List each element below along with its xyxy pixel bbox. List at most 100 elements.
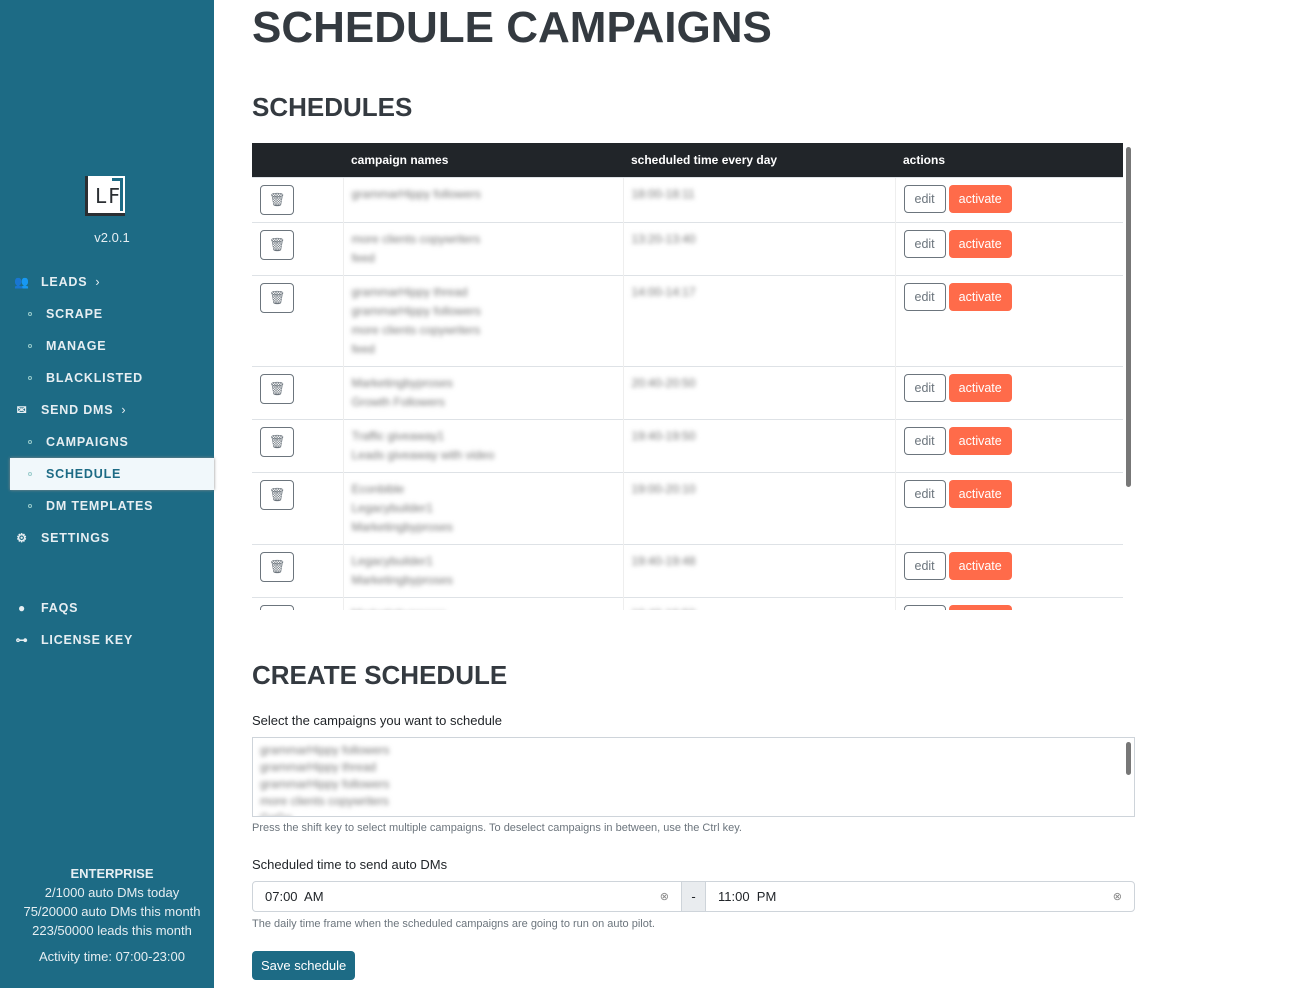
- chevron-right-icon[interactable]: ›: [95, 275, 100, 289]
- delete-button[interactable]: 🗑: [260, 282, 294, 313]
- scheduled-time: 16:40-16:50: [632, 605, 887, 611]
- end-time-input[interactable]: 11:00 PM ⊗: [706, 882, 1134, 911]
- sidebar-item-label: LEADS: [41, 275, 88, 289]
- campaign-option[interactable]: grammarHippy followers: [260, 776, 1127, 793]
- plan-name: ENTERPRISE: [70, 866, 154, 881]
- table-row: 🗑 Traffic giveaway1 Leads giveaway with v…: [252, 418, 1123, 472]
- campaign-name: Marketingbyproses: [351, 375, 453, 390]
- campaign-option[interactable]: GoGo: [260, 810, 1127, 816]
- sidebar-nav: 👥 LEADS › SCRAPE MANAGE BLACKLISTED ✉ SEND DMS ›…: [0, 266, 214, 656]
- campaign-name: more clients copywriters: [351, 322, 481, 337]
- sidebar-item-label: FAQS: [41, 601, 79, 615]
- activate-button[interactable]: activate: [948, 373, 1012, 402]
- trash-icon: 🗑: [268, 289, 286, 305]
- table-row: 🗑 grammarHippy followers 18:00-18:11 edi…: [252, 176, 1123, 222]
- bullet-icon: [28, 440, 32, 444]
- sidebar-item-blacklisted[interactable]: BLACKLISTED: [0, 362, 214, 394]
- campaign-name: more clients copywriters: [351, 231, 481, 246]
- campaign-name: feed: [351, 341, 375, 356]
- sidebar-item-manage[interactable]: MANAGE: [0, 330, 214, 362]
- time-help: The daily time frame when the scheduled …: [252, 918, 655, 930]
- clear-icon[interactable]: ⊗: [660, 890, 669, 903]
- sidebar-item-license-key[interactable]: ⊶ LICENSE KEY: [0, 624, 214, 656]
- activate-button[interactable]: activate: [948, 229, 1012, 258]
- campaign-name: Marketinbyproses: [352, 605, 615, 611]
- edit-button[interactable]: edit: [903, 229, 946, 258]
- edit-button[interactable]: edit: [903, 604, 946, 610]
- bullet-icon: [28, 344, 32, 348]
- edit-button[interactable]: edit: [903, 479, 946, 508]
- save-schedule-button[interactable]: Save schedule: [252, 951, 356, 980]
- edit-button[interactable]: edit: [903, 184, 946, 213]
- campaign-multiselect[interactable]: grammarHippy followers grammarHippy threa…: [252, 737, 1135, 817]
- sidebar-item-scrape[interactable]: SCRAPE: [0, 298, 214, 330]
- scheduled-time: 20:40-20:50: [631, 375, 696, 390]
- sidebar-item-leads[interactable]: 👥 LEADS ›: [0, 266, 214, 298]
- delete-button[interactable]: 🗑: [260, 479, 294, 510]
- delete-button[interactable]: 🗑: [260, 426, 294, 457]
- campaign-name: Growth Followers: [351, 394, 445, 409]
- campaign-name: Legacybuilder1: [351, 553, 433, 568]
- campaign-name: Econbible: [351, 481, 405, 496]
- sidebar-item-settings[interactable]: ⚙ SETTINGS: [0, 522, 214, 554]
- activate-button[interactable]: activate: [948, 479, 1012, 508]
- campaign-name: Traffic giveaway1: [351, 428, 445, 443]
- campaign-name: grammarHippy followers: [351, 303, 481, 318]
- table-scrollbar[interactable]: [1126, 147, 1131, 487]
- sidebar-item-schedule[interactable]: SCHEDULE: [10, 458, 214, 490]
- col-header: actions: [895, 143, 1123, 177]
- table-row: 🗑 more clients copywriters feed 13:20-13:…: [252, 221, 1123, 275]
- select-help: Press the shift key to select multiple c…: [252, 822, 742, 834]
- sidebar-item-label: SCRAPE: [46, 307, 103, 321]
- table-row: 🗑 grammarHippy thread grammarHippy follow…: [252, 274, 1123, 366]
- col-header: scheduled time every day: [623, 143, 895, 177]
- activate-button[interactable]: activate: [948, 426, 1012, 455]
- activity-time: Activity time: 07:00-23:00: [39, 949, 185, 964]
- sidebar-item-label: DM TEMPLATES: [46, 499, 154, 513]
- table-row: 🗑 Marketingbyproses Growth Followers 20:4…: [252, 365, 1123, 419]
- chevron-right-icon[interactable]: ›: [121, 403, 126, 417]
- trash-icon: 🗑: [268, 191, 286, 207]
- campaign-option[interactable]: grammarHippy thread: [260, 759, 1127, 776]
- sidebar-item-faqs[interactable]: ● FAQS: [0, 592, 214, 624]
- key-icon: ⊶: [15, 633, 29, 647]
- edit-button[interactable]: edit: [903, 426, 946, 455]
- activate-button[interactable]: activate: [948, 282, 1012, 311]
- delete-button[interactable]: 🗑: [260, 229, 294, 260]
- edit-button[interactable]: edit: [903, 282, 946, 311]
- gear-icon: ⚙: [16, 531, 28, 545]
- schedules-table-container[interactable]: campaign names scheduled time every day …: [252, 143, 1135, 610]
- delete-button[interactable]: 🗑: [260, 551, 294, 582]
- scheduled-time: 13:20-13:40: [631, 231, 696, 246]
- sidebar-item-dm-templates[interactable]: DM TEMPLATES: [0, 490, 214, 522]
- activate-button[interactable]: activate: [948, 604, 1012, 610]
- campaign-option[interactable]: more clients copywriters: [260, 793, 1127, 810]
- version: v2.0.1: [94, 230, 130, 245]
- trash-icon: 🗑: [268, 380, 286, 396]
- delete-button[interactable]: 🗑: [260, 604, 294, 610]
- campaign-option[interactable]: grammarHippy followers: [260, 742, 1127, 759]
- start-time-input[interactable]: 07:00 AM ⊗: [253, 882, 681, 911]
- sidebar-item-campaigns[interactable]: CAMPAIGNS: [0, 426, 214, 458]
- campaign-name: grammarHippy thread: [351, 284, 468, 299]
- activate-button[interactable]: activate: [948, 184, 1012, 213]
- trash-icon: 🗑: [268, 486, 286, 502]
- dms-today: 2/1000 auto DMs today: [44, 885, 180, 900]
- sidebar: LF v2.0.1 👥 LEADS › SCRAPE MANAGE BLACKLISTED…: [0, 0, 214, 988]
- activate-button[interactable]: activate: [948, 551, 1012, 580]
- time-separator: -: [681, 882, 706, 911]
- scheduled-time: 19:00-20:10: [631, 481, 696, 496]
- leads-month: 223/50000 leads this month: [32, 923, 192, 938]
- delete-button[interactable]: 🗑: [260, 373, 294, 404]
- plan-usage: ENTERPRISE 2/1000 auto DMs today 75/2000…: [0, 864, 214, 966]
- schedules-table: campaign names scheduled time every day …: [252, 143, 1123, 610]
- edit-button[interactable]: edit: [903, 373, 946, 402]
- clear-icon[interactable]: ⊗: [1113, 890, 1122, 903]
- sidebar-item-label: SEND DMS: [41, 403, 114, 417]
- bullet-icon: [28, 472, 32, 476]
- edit-button[interactable]: edit: [903, 551, 946, 580]
- table-row: 🗑 Legacybuilder1 Marketingbyproses 19:40-…: [252, 543, 1123, 597]
- delete-button[interactable]: 🗑: [260, 184, 294, 215]
- campaign-name: Legacybuilder1: [351, 500, 433, 515]
- sidebar-item-send-dms[interactable]: ✉ SEND DMS ›: [0, 394, 214, 426]
